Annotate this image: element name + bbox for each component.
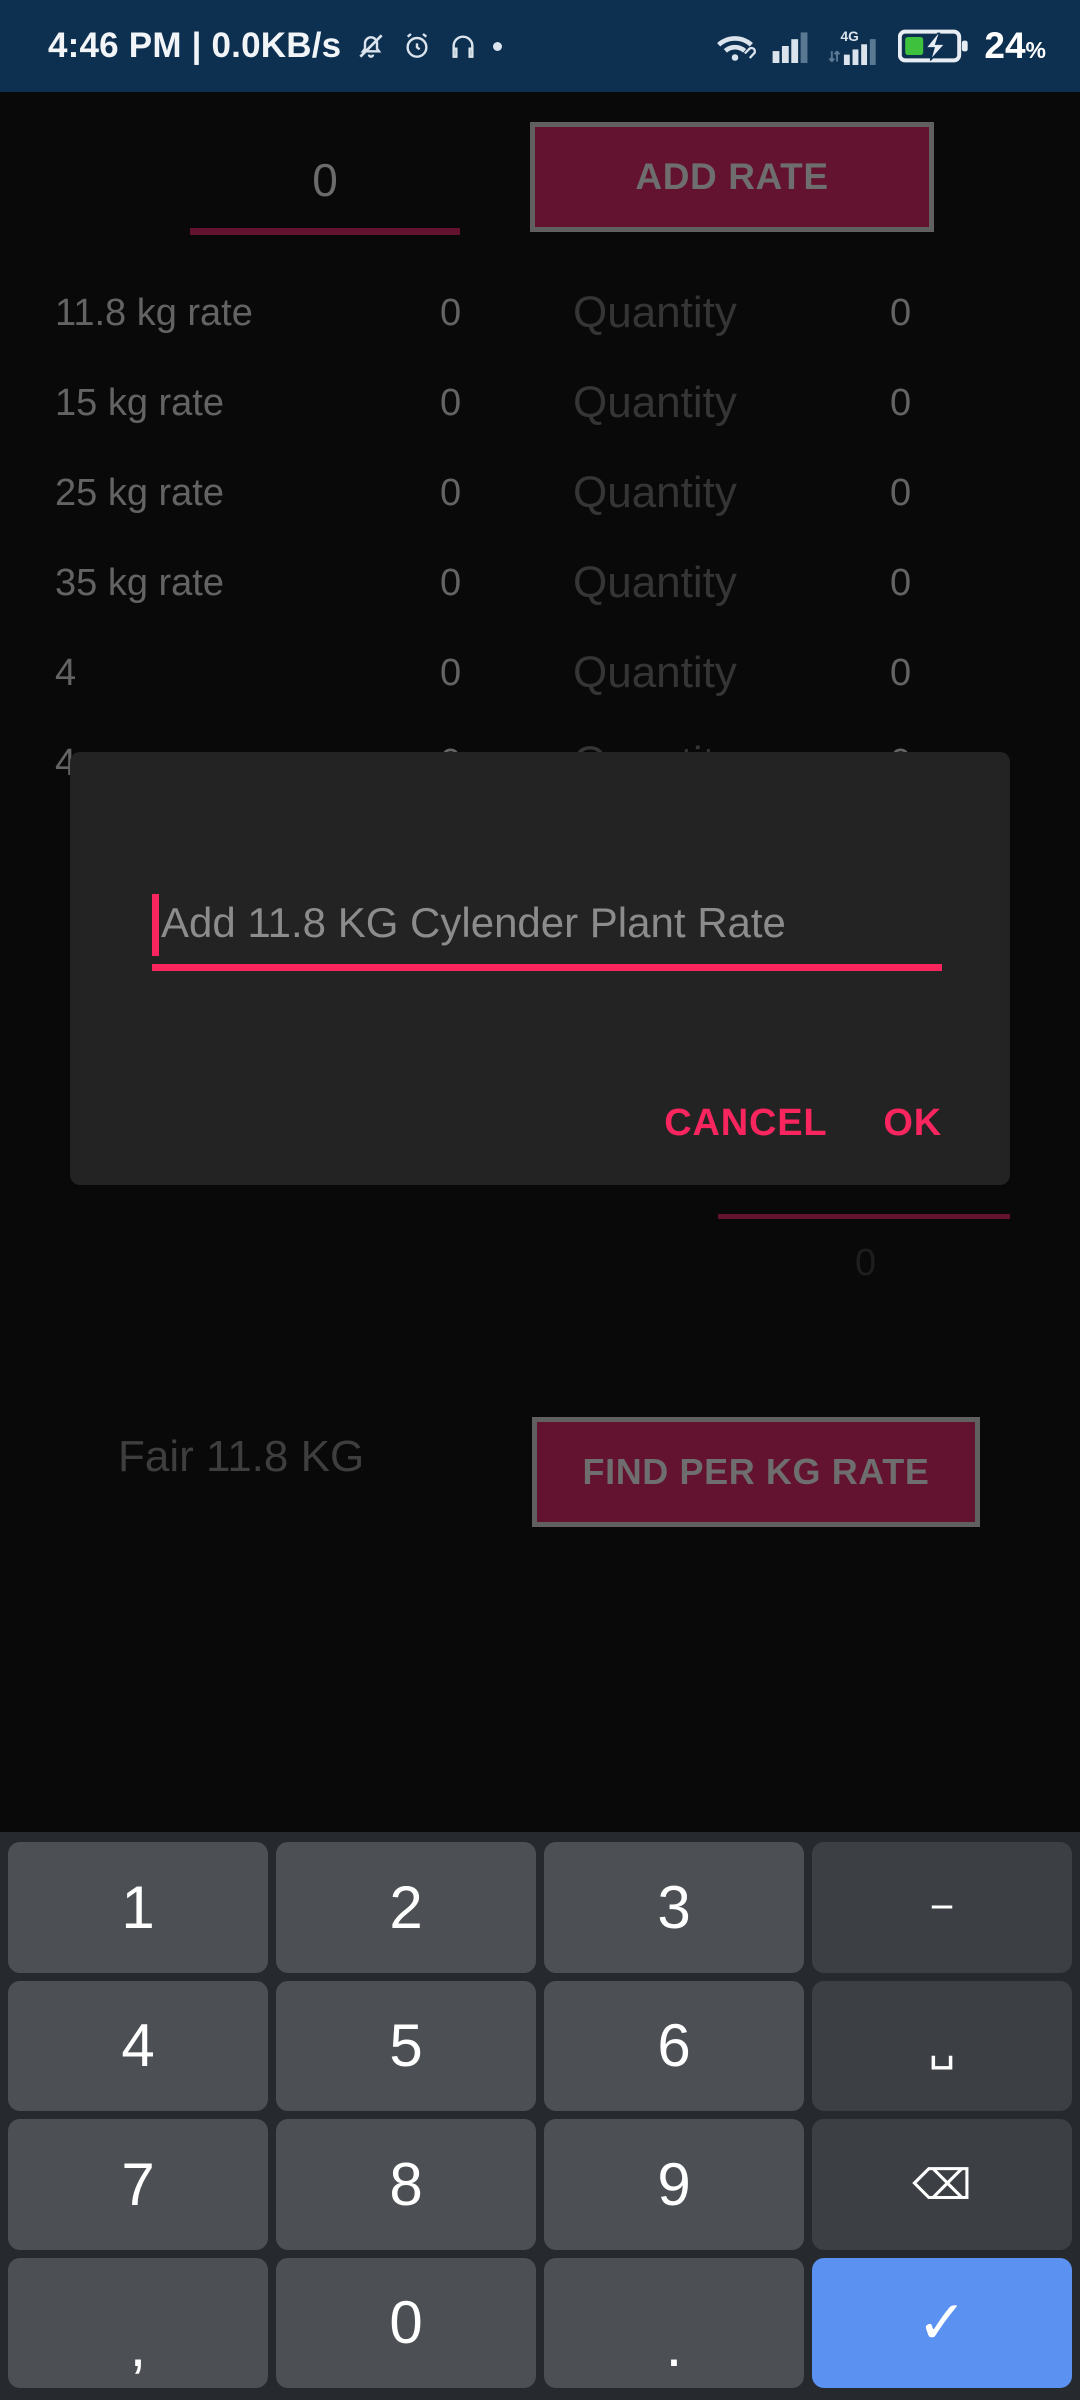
dialog-rate-input-underline: [152, 964, 942, 971]
key-1[interactable]: 1: [8, 1842, 268, 1973]
wifi-link-icon: [712, 29, 758, 63]
key-label: 1: [121, 1873, 155, 1941]
headphone-icon: [447, 30, 479, 62]
phone-screen: 4:46 PM | 0.0KB/s 4G 24% 0 ADD RATE 11.8…: [0, 0, 1080, 2400]
key-label: 5: [389, 2012, 423, 2080]
key-label: 9: [657, 2150, 691, 2218]
dialog-rate-input[interactable]: Add 11.8 KG Cylender Plant Rate: [152, 892, 942, 971]
signal-bars-icon: [772, 29, 814, 63]
alarm-clock-icon: [401, 30, 433, 62]
key-label: ,: [129, 2312, 147, 2379]
key-label: 7: [121, 2150, 155, 2218]
key-3[interactable]: 3: [544, 1842, 804, 1973]
key-space[interactable]: ␣: [812, 1980, 1072, 2111]
key-label: 8: [389, 2150, 423, 2218]
key-comma[interactable]: ,: [8, 2257, 268, 2388]
status-bar: 4:46 PM | 0.0KB/s 4G 24%: [0, 0, 1080, 92]
battery-percent: 24%: [984, 25, 1046, 67]
key-period[interactable]: .: [544, 2257, 804, 2388]
dot-icon: [493, 41, 503, 51]
battery-charging-icon: [898, 26, 970, 66]
key-label: 3: [657, 1873, 691, 1941]
numeric-keyboard: 1 2 3 − 4 5 6 ␣ 7 8 9 ⌫ , 0 . ✓: [0, 1832, 1080, 2400]
key-label: 0: [389, 2289, 423, 2357]
dialog-rate-input-placeholder: Add 11.8 KG Cylender Plant Rate: [161, 899, 786, 946]
mobile-data-4g-icon: 4G: [828, 27, 884, 65]
key-8[interactable]: 8: [276, 2119, 536, 2250]
dialog-actions: CANCEL OK: [70, 1102, 1010, 1145]
key-6[interactable]: 6: [544, 1980, 804, 2111]
key-2[interactable]: 2: [276, 1842, 536, 1973]
key-backspace[interactable]: ⌫: [812, 2119, 1072, 2250]
key-label: 6: [657, 2012, 691, 2080]
key-9[interactable]: 9: [544, 2119, 804, 2250]
key-label: 2: [389, 1873, 423, 1941]
key-0[interactable]: 0: [276, 2257, 536, 2388]
status-bar-left: 4:46 PM | 0.0KB/s: [48, 26, 503, 66]
bell-muted-icon: [355, 30, 387, 62]
key-label: 4: [121, 2012, 155, 2080]
key-7[interactable]: 7: [8, 2119, 268, 2250]
text-cursor: [152, 894, 159, 956]
status-bar-right: 4G 24%: [712, 25, 1056, 67]
battery-percent-unit: %: [1025, 37, 1046, 63]
key-enter[interactable]: ✓: [812, 2257, 1072, 2388]
ok-button[interactable]: OK: [883, 1102, 942, 1145]
svg-text:4G: 4G: [841, 28, 859, 44]
minus-icon: −: [929, 1883, 955, 1931]
checkmark-icon: ✓: [916, 2288, 968, 2356]
space-icon: ␣: [928, 2022, 956, 2070]
add-rate-dialog: Add 11.8 KG Cylender Plant Rate CANCEL O…: [70, 752, 1010, 1185]
key-5[interactable]: 5: [276, 1980, 536, 2111]
backspace-icon: ⌫: [912, 2160, 972, 2208]
battery-percent-value: 24: [984, 25, 1026, 66]
cancel-button[interactable]: CANCEL: [664, 1102, 827, 1145]
status-clock: 4:46 PM | 0.0KB/s: [48, 26, 342, 65]
key-minus[interactable]: −: [812, 1842, 1072, 1973]
key-label: .: [665, 2312, 683, 2379]
key-4[interactable]: 4: [8, 1980, 268, 2111]
